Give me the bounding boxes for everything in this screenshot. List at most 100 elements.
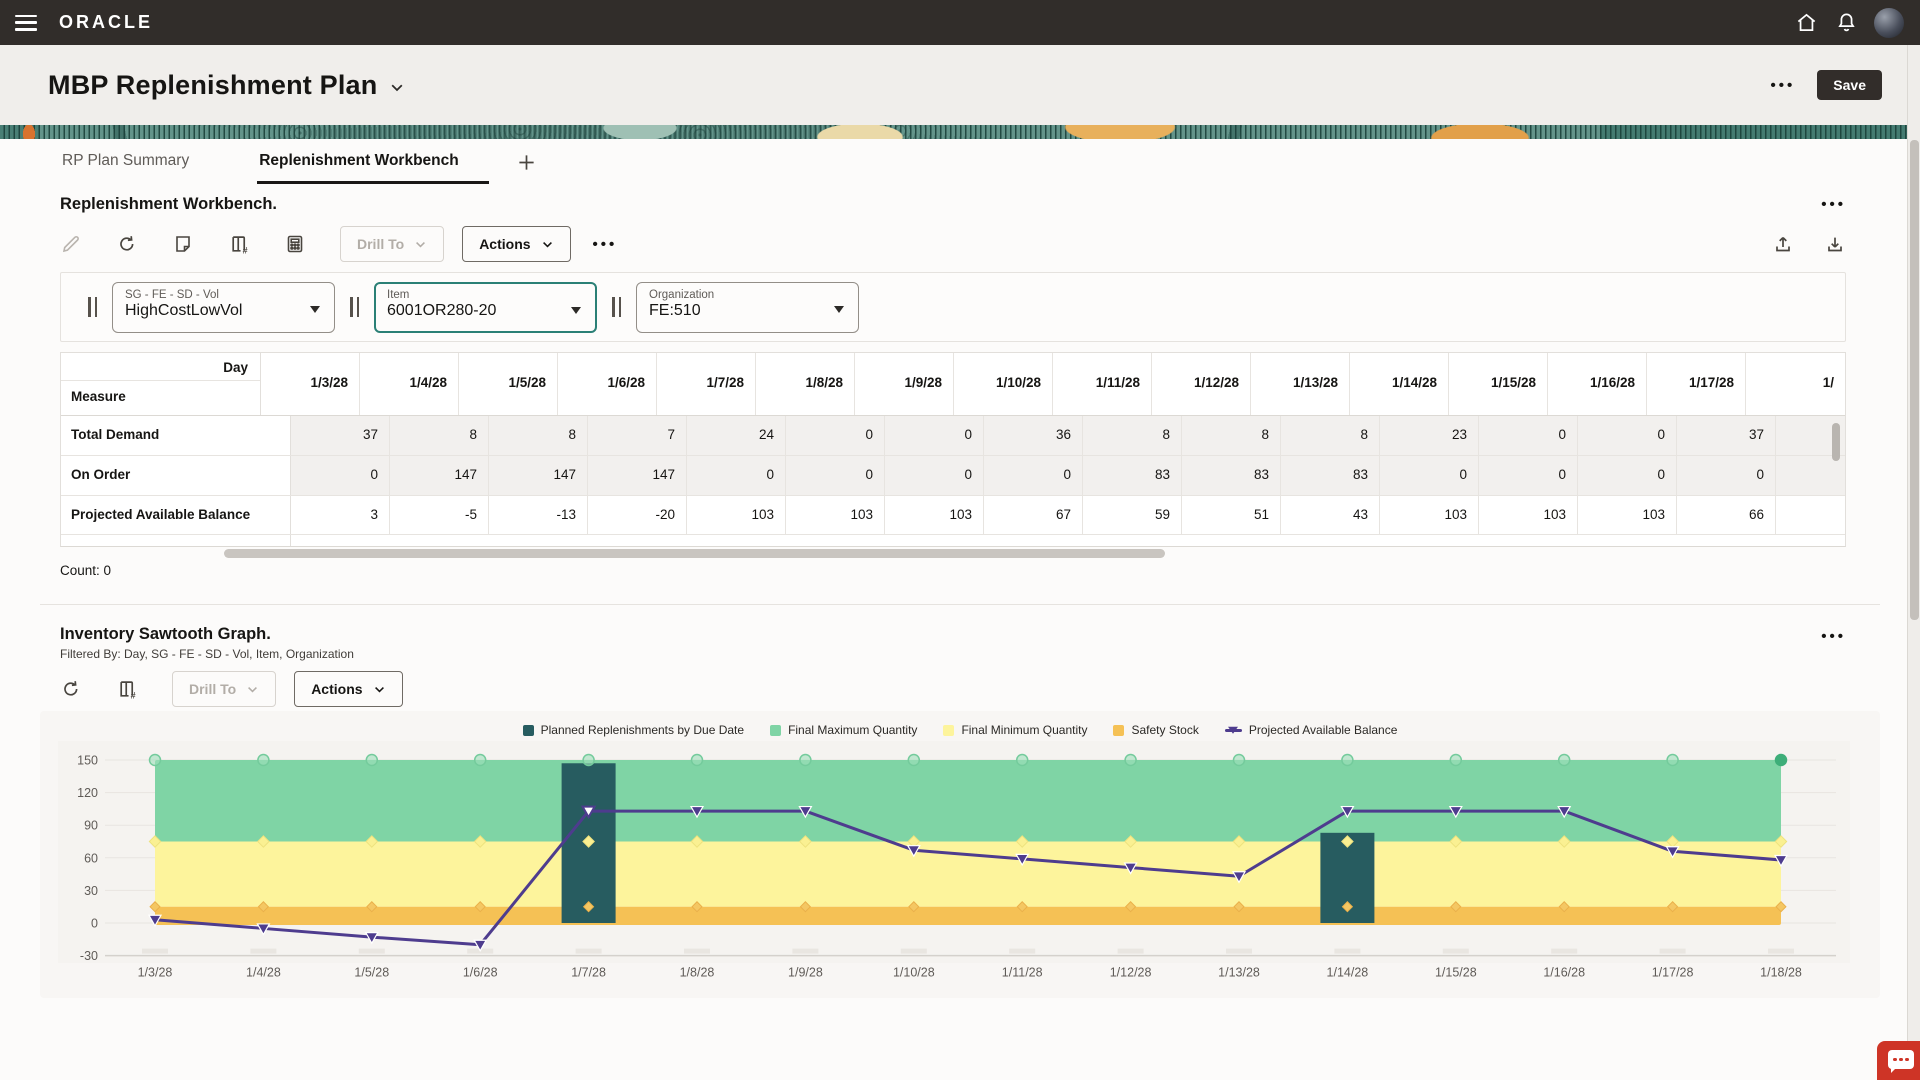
toolbar-overflow-menu[interactable]: •••: [593, 237, 618, 252]
table-cell[interactable]: 0: [687, 456, 786, 495]
note-icon[interactable]: [172, 233, 194, 255]
save-button[interactable]: Save: [1817, 70, 1882, 100]
filter-sg-dropdown[interactable]: SG - FE - SD - Vol HighCostLowVol: [112, 282, 335, 333]
table-cell[interactable]: 0: [786, 416, 885, 455]
table-cell[interactable]: 7: [588, 416, 687, 455]
table-cell[interactable]: 59: [1083, 496, 1182, 534]
download-icon[interactable]: [1824, 233, 1846, 255]
table-cell[interactable]: 147: [390, 456, 489, 495]
page-scrollbar[interactable]: [1907, 45, 1920, 1080]
table-cell[interactable]: 147: [489, 456, 588, 495]
table-cell[interactable]: 103: [1578, 496, 1677, 534]
x-tick-label: 1/9/28: [788, 966, 823, 980]
drag-handle[interactable]: [350, 297, 359, 317]
table-cell[interactable]: 51: [1182, 496, 1281, 534]
legend-item[interactable]: Final Minimum Quantity: [943, 723, 1087, 737]
measure-axis-label: Measure: [61, 381, 260, 404]
hamburger-menu-icon[interactable]: [15, 15, 37, 31]
table-cell[interactable]: 24: [687, 416, 786, 455]
row-header[interactable]: Projected Available Balance: [61, 496, 291, 534]
max-marker: [1342, 755, 1353, 766]
table-cell[interactable]: 8: [1083, 416, 1182, 455]
filter-organization-dropdown[interactable]: Organization FE:510: [636, 282, 859, 333]
table-cell[interactable]: 0: [1380, 456, 1479, 495]
calculator-icon[interactable]: [284, 233, 306, 255]
column-header: 1/15/28: [1449, 353, 1548, 415]
upload-icon[interactable]: [1772, 233, 1794, 255]
table-cell[interactable]: 8: [390, 416, 489, 455]
table-cell[interactable]: 37: [291, 416, 390, 455]
table-cell[interactable]: 0: [1578, 456, 1677, 495]
page-header: MBP Replenishment Plan ••• Save: [0, 45, 1920, 125]
user-avatar[interactable]: [1874, 8, 1904, 38]
drill-to-button[interactable]: Drill To: [172, 671, 276, 707]
table-cell[interactable]: 8: [1182, 416, 1281, 455]
table-cell[interactable]: 0: [1479, 416, 1578, 455]
table-cell[interactable]: 0: [1677, 456, 1776, 495]
table-cell[interactable]: 147: [588, 456, 687, 495]
table-cell[interactable]: 103: [1380, 496, 1479, 534]
table-cell[interactable]: 8: [1281, 416, 1380, 455]
actions-button[interactable]: Actions: [294, 671, 402, 707]
legend-item[interactable]: Final Maximum Quantity: [770, 723, 917, 737]
table-cell[interactable]: -20: [588, 496, 687, 534]
table-cell[interactable]: 0: [291, 456, 390, 495]
notifications-bell-icon[interactable]: [1834, 11, 1858, 35]
column-header: 1/16/28: [1548, 353, 1647, 415]
tab-rp-plan-summary[interactable]: RP Plan Summary: [60, 140, 191, 184]
table-cell[interactable]: 83: [1083, 456, 1182, 495]
drag-handle[interactable]: [612, 297, 621, 317]
x-tick-label: 1/15/28: [1435, 966, 1477, 980]
table-cell[interactable]: 0: [885, 416, 984, 455]
drag-handle[interactable]: [88, 297, 97, 317]
table-cell[interactable]: 67: [984, 496, 1083, 534]
sawtooth-overflow-menu[interactable]: •••: [1821, 629, 1846, 644]
table-vertical-scrollbar[interactable]: [1832, 423, 1840, 563]
table-cell[interactable]: 103: [786, 496, 885, 534]
filter-item-dropdown[interactable]: Item 6001OR280-20: [374, 282, 597, 333]
table-horizontal-scrollbar[interactable]: [60, 547, 1846, 560]
table-cell[interactable]: -5: [390, 496, 489, 534]
max-marker: [800, 755, 811, 766]
edit-pencil-icon[interactable]: [60, 233, 82, 255]
legend-item[interactable]: Planned Replenishments by Due Date: [523, 723, 744, 737]
table-cell[interactable]: 103: [885, 496, 984, 534]
plan-switcher-chevron-icon[interactable]: [389, 80, 405, 96]
table-cell[interactable]: 0: [1479, 456, 1578, 495]
table-cell[interactable]: 0: [885, 456, 984, 495]
chat-button[interactable]: [1877, 1041, 1920, 1080]
table-cell[interactable]: 36: [984, 416, 1083, 455]
table-cell[interactable]: -13: [489, 496, 588, 534]
table-cell[interactable]: 0: [984, 456, 1083, 495]
table-cell[interactable]: 37: [1677, 416, 1776, 455]
workbench-overflow-menu[interactable]: •••: [1821, 197, 1846, 212]
legend-item[interactable]: Projected Available Balance: [1225, 723, 1398, 737]
table-cell[interactable]: 83: [1281, 456, 1380, 495]
table-cell[interactable]: 43: [1281, 496, 1380, 534]
table-cell[interactable]: 0: [1578, 416, 1677, 455]
drill-to-button[interactable]: Drill To: [340, 226, 444, 262]
legend-item[interactable]: Safety Stock: [1113, 723, 1198, 737]
refresh-icon[interactable]: [60, 678, 82, 700]
column-header: 1/14/28: [1350, 353, 1449, 415]
table-cell[interactable]: 66: [1677, 496, 1776, 534]
row-header[interactable]: On Order: [61, 456, 291, 495]
refresh-icon[interactable]: [116, 233, 138, 255]
measure-catalog-icon[interactable]: #: [228, 233, 250, 255]
home-icon[interactable]: [1794, 11, 1818, 35]
table-cell[interactable]: 83: [1182, 456, 1281, 495]
table-cell[interactable]: 103: [1479, 496, 1578, 534]
table-cell[interactable]: 0: [786, 456, 885, 495]
measure-catalog-icon[interactable]: #: [116, 678, 138, 700]
table-cell[interactable]: 8: [489, 416, 588, 455]
table-cell[interactable]: 3: [291, 496, 390, 534]
table-cell[interactable]: 23: [1380, 416, 1479, 455]
x-tick: [359, 949, 385, 954]
tab-replenishment-workbench[interactable]: Replenishment Workbench: [257, 140, 489, 184]
add-tab-icon[interactable]: [517, 153, 536, 172]
row-header[interactable]: Total Demand: [61, 416, 291, 455]
header-overflow-menu[interactable]: •••: [1771, 78, 1796, 93]
table-cell[interactable]: 103: [687, 496, 786, 534]
actions-button[interactable]: Actions: [462, 226, 570, 262]
max-marker: [908, 755, 919, 766]
